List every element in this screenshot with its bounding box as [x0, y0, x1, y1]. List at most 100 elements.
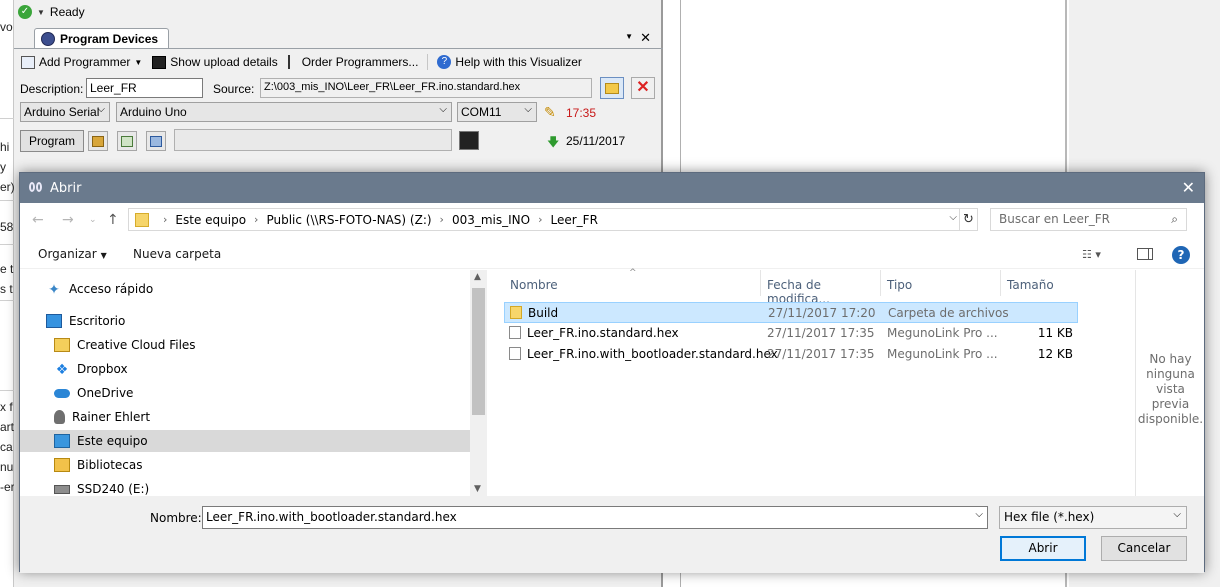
chevron-down-icon[interactable]: ⌵ [975, 509, 983, 520]
file-name: Build [528, 306, 559, 320]
new-folder-button[interactable]: Nueva carpeta [133, 247, 221, 261]
verify-icon [121, 135, 133, 147]
open-button[interactable]: Abrir [1000, 536, 1086, 561]
browse-source-button[interactable] [600, 77, 624, 99]
recent-chevron-icon[interactable]: ⌄ [89, 215, 97, 225]
upload-button[interactable] [146, 131, 166, 151]
panel-close-icon[interactable]: ✕ [640, 30, 651, 46]
nav-item-desktop[interactable]: Escritorio [20, 310, 470, 332]
nav-item-creative-cloud[interactable]: Creative Cloud Files [20, 334, 470, 356]
tab-program-devices[interactable]: Program Devices [34, 28, 169, 49]
programmer-type-select[interactable]: Arduino Serial ⌵ [20, 102, 110, 122]
file-type: Carpeta de archivos [888, 306, 1009, 320]
hex-file-icon [509, 326, 521, 339]
nav-item-onedrive[interactable]: OneDrive [20, 382, 470, 404]
file-type: MegunoLink Pro ... [887, 326, 998, 340]
back-arrow-icon[interactable]: ← [32, 212, 44, 228]
arrow-down-icon: 🡇 [547, 135, 560, 149]
drive-icon [54, 484, 70, 494]
show-upload-details-button[interactable]: Show upload details [149, 55, 280, 69]
nav-item-dropbox[interactable]: ❖ Dropbox [20, 358, 470, 380]
file-type-filter[interactable]: Hex file (*.hex) ⌵ [999, 506, 1187, 529]
organize-menu[interactable]: Organizar ▼ [38, 247, 107, 261]
address-bar[interactable]: › Este equipo › Public (\\RS-FOTO-NAS) (… [128, 208, 978, 231]
breadcrumb-item[interactable]: 003_mis_INO [452, 213, 530, 227]
dialog-titlebar: Abrir ✕ [20, 173, 1204, 203]
column-header-size[interactable]: Tamaño [1001, 270, 1081, 296]
help-visualizer-button[interactable]: ? Help with this Visualizer [434, 55, 585, 69]
search-input[interactable]: Buscar en Leer_FR ⌕ [990, 208, 1187, 231]
file-row[interactable]: Leer_FR.ino.standard.hex 27/11/2017 17:3… [504, 323, 1078, 344]
source-input[interactable]: Z:\003_mis_INO\Leer_FR\Leer_FR.ino.stand… [260, 78, 592, 98]
help-icon[interactable]: ? [1172, 246, 1190, 264]
file-type: MegunoLink Pro ... [887, 347, 998, 361]
add-programmer-button[interactable]: Add Programmer ▼ [18, 55, 145, 69]
build-date: 25/11/2017 [566, 134, 626, 148]
board-select[interactable]: Arduino Uno ⌵ [116, 102, 452, 122]
chevron-down-icon[interactable]: ▼ [134, 58, 142, 67]
breadcrumb-item[interactable]: Leer_FR [551, 213, 598, 227]
close-icon: ✕ [636, 79, 650, 96]
file-size: 11 KB [1037, 326, 1073, 340]
file-row[interactable]: Leer_FR.ino.with_bootloader.standard.hex… [504, 344, 1078, 365]
panel-menu-icon[interactable]: ▼ [625, 32, 633, 41]
dropdown-arrow-icon[interactable]: ▼ [37, 8, 45, 17]
build-time: 17:35 [566, 106, 597, 120]
nav-item-this-pc[interactable]: Este equipo [20, 430, 470, 452]
chevron-right-icon: › [538, 213, 543, 226]
nav-item-libraries[interactable]: Bibliotecas [20, 454, 470, 476]
scroll-down-icon[interactable]: ▼ [474, 484, 481, 494]
chevron-down-icon: ⌵ [439, 104, 447, 115]
navigation-scrollbar[interactable]: ▲ ▼ [470, 270, 487, 496]
column-header-type[interactable]: Tipo [881, 270, 1001, 296]
dialog-title: Abrir [50, 180, 82, 196]
open-file-dialog: Abrir ✕ ← → ⌄ ↑ › Este equipo › Public (… [19, 172, 1205, 573]
up-arrow-icon[interactable]: ↑ [107, 212, 119, 228]
file-row[interactable]: Build 27/11/2017 17:20 Carpeta de archiv… [504, 302, 1078, 323]
bg-text-fragment: e t [0, 262, 14, 276]
panel-toolbar: Add Programmer ▼ Show upload details Ord… [18, 51, 585, 73]
description-input[interactable]: Leer_FR [86, 78, 203, 98]
lock-button[interactable] [88, 131, 108, 151]
column-header-name[interactable]: Nombre [504, 270, 761, 296]
column-header-date[interactable]: Fecha de modifica... [761, 270, 881, 306]
pencil-icon[interactable]: ✎ [544, 104, 556, 121]
nav-item-user[interactable]: Rainer Ehlert [20, 406, 470, 428]
folder-icon [510, 306, 522, 319]
clear-source-button[interactable]: ✕ [631, 77, 655, 99]
preview-pane-icon[interactable] [1137, 248, 1153, 260]
status-text: Ready [49, 5, 85, 19]
nav-item-quick-access[interactable]: ✦ Acceso rápido [20, 278, 470, 300]
file-date: 27/11/2017 17:20 [768, 306, 876, 320]
view-options-icon[interactable]: ☷ ▾ [1082, 248, 1101, 261]
source-label: Source: [213, 82, 255, 96]
filename-input[interactable]: Leer_FR.ino.with_bootloader.standard.hex… [202, 506, 988, 529]
scrollbar-thumb[interactable] [472, 288, 485, 415]
close-icon[interactable]: ✕ [1182, 178, 1195, 197]
chevron-down-icon: ⌵ [1173, 509, 1181, 520]
program-button[interactable]: Program [20, 130, 84, 152]
refresh-icon[interactable]: ↻ [959, 209, 977, 230]
scroll-up-icon[interactable]: ▲ [474, 272, 481, 282]
filename-label: Nombre: [150, 511, 202, 525]
terminal-button[interactable] [459, 131, 479, 150]
star-icon: ✦ [48, 282, 60, 298]
chevron-down-icon[interactable]: ⌵ [949, 212, 957, 223]
file-size: 12 KB [1037, 347, 1073, 361]
nav-item-ssd[interactable]: SSD240 (E:) [20, 478, 470, 496]
bg-text-fragment: y [0, 160, 6, 174]
forward-arrow-icon[interactable]: → [62, 212, 74, 228]
order-programmers-button[interactable]: Order Programmers... [285, 55, 422, 69]
breadcrumb-item[interactable]: Public (\\RS-FOTO-NAS) (Z:) [266, 213, 431, 227]
upload-progress-bar [174, 129, 452, 151]
app-logo-icon [29, 182, 43, 194]
terminal-icon [152, 55, 167, 69]
cancel-button[interactable]: Cancelar [1101, 536, 1187, 561]
creative-cloud-icon [54, 338, 70, 352]
dialog-footer: Nombre: Leer_FR.ino.with_bootloader.stan… [20, 496, 1204, 573]
breadcrumb-item[interactable]: Este equipo [175, 213, 246, 227]
dropbox-icon: ❖ [55, 362, 69, 378]
verify-button[interactable] [117, 131, 137, 151]
hex-file-icon [509, 347, 521, 360]
port-select[interactable]: COM11 ⌵ [457, 102, 537, 122]
